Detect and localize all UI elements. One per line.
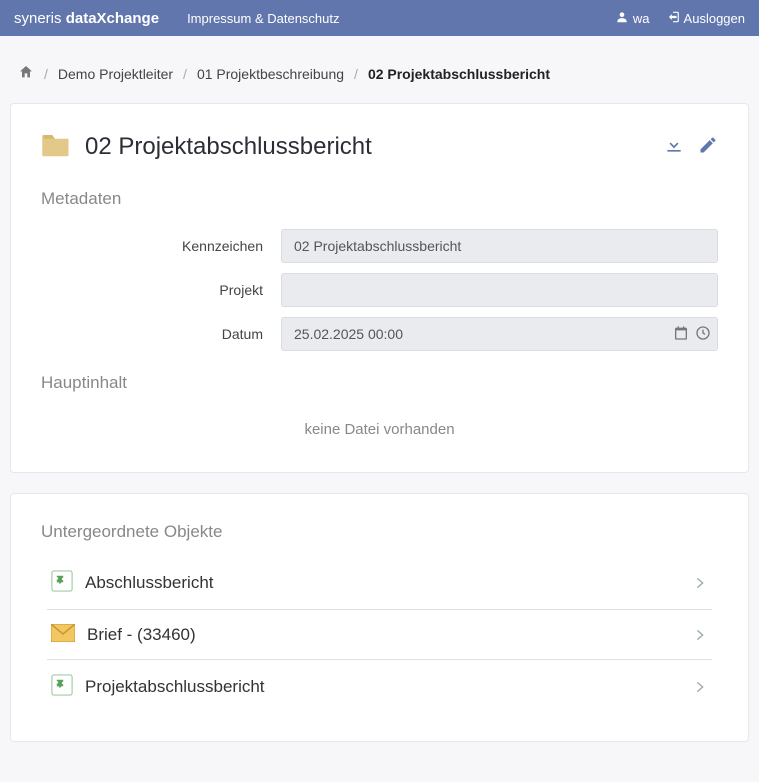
puzzle-piece-icon: [51, 674, 73, 699]
children-list: Abschlussbericht Brief - (33460) Projekt…: [41, 556, 718, 713]
brand-bold: dataXchange: [66, 10, 159, 27]
children-heading: Untergeordnete Objekte: [41, 522, 718, 542]
child-item-label: Projektabschlussbericht: [85, 677, 680, 697]
logout-label: Ausloggen: [684, 11, 745, 26]
home-icon: [18, 67, 34, 83]
field-row-projekt: Projekt: [41, 273, 718, 307]
datum-value: 25.02.2025 00:00: [294, 326, 403, 342]
field-row-datum: Datum 25.02.2025 00:00: [41, 317, 718, 351]
children-card: Untergeordnete Objekte Abschlussbericht …: [10, 493, 749, 742]
kennzeichen-value: 02 Projektabschlussbericht: [294, 238, 461, 254]
child-item-2[interactable]: Projektabschlussbericht: [47, 660, 712, 713]
puzzle-piece-icon: [51, 570, 73, 595]
brand-prefix: syneris: [14, 10, 66, 27]
breadcrumb-item-1[interactable]: 01 Projektbeschreibung: [197, 66, 344, 82]
child-item-label: Brief - (33460): [87, 625, 680, 645]
impressum-link[interactable]: Impressum & Datenschutz: [187, 11, 339, 26]
page-title: 02 Projektabschlussbericht: [85, 133, 650, 161]
mail-icon: [51, 624, 75, 645]
kennzeichen-field[interactable]: 02 Projektabschlussbericht: [281, 229, 718, 263]
datum-field[interactable]: 25.02.2025 00:00: [281, 317, 718, 351]
child-item-1[interactable]: Brief - (33460): [47, 610, 712, 660]
chevron-right-icon: [692, 575, 708, 591]
chevron-right-icon: [692, 679, 708, 695]
child-item-label: Abschlussbericht: [85, 573, 680, 593]
breadcrumb-sep: /: [183, 66, 187, 82]
projekt-field[interactable]: [281, 273, 718, 307]
breadcrumb-home[interactable]: [18, 64, 34, 83]
field-row-kennzeichen: Kennzeichen 02 Projektabschlussbericht: [41, 229, 718, 263]
logout-button[interactable]: Ausloggen: [666, 10, 745, 27]
child-item-0[interactable]: Abschlussbericht: [47, 556, 712, 610]
kennzeichen-label: Kennzeichen: [41, 238, 281, 254]
calendar-icon[interactable]: [673, 325, 689, 344]
breadcrumb-item-0[interactable]: Demo Projektleiter: [58, 66, 173, 82]
breadcrumb-current: 02 Projektabschlussbericht: [368, 66, 550, 82]
no-file-text: keine Datei vorhanden: [41, 421, 718, 438]
breadcrumb-sep: /: [354, 66, 358, 82]
top-bar: syneris dataXchange Impressum & Datensch…: [0, 0, 759, 36]
chevron-right-icon: [692, 627, 708, 643]
user-label: wa: [633, 11, 650, 26]
breadcrumb-sep: /: [44, 66, 48, 82]
user-menu[interactable]: wa: [615, 10, 650, 27]
detail-card: 02 Projektabschlussbericht Metadaten Ken…: [10, 103, 749, 473]
section-metadata-heading: Metadaten: [41, 189, 718, 209]
projekt-label: Projekt: [41, 282, 281, 298]
brand: syneris dataXchange: [14, 10, 159, 27]
folder-icon: [41, 132, 71, 161]
pencil-icon: [698, 142, 718, 158]
edit-button[interactable]: [698, 135, 718, 158]
breadcrumb: / Demo Projektleiter / 01 Projektbeschre…: [10, 36, 749, 103]
section-main-heading: Hauptinhalt: [41, 373, 718, 393]
download-icon: [664, 142, 684, 158]
logout-icon: [666, 10, 680, 27]
datum-label: Datum: [41, 326, 281, 342]
clock-icon[interactable]: [695, 325, 711, 344]
download-button[interactable]: [664, 135, 684, 158]
user-icon: [615, 10, 629, 27]
